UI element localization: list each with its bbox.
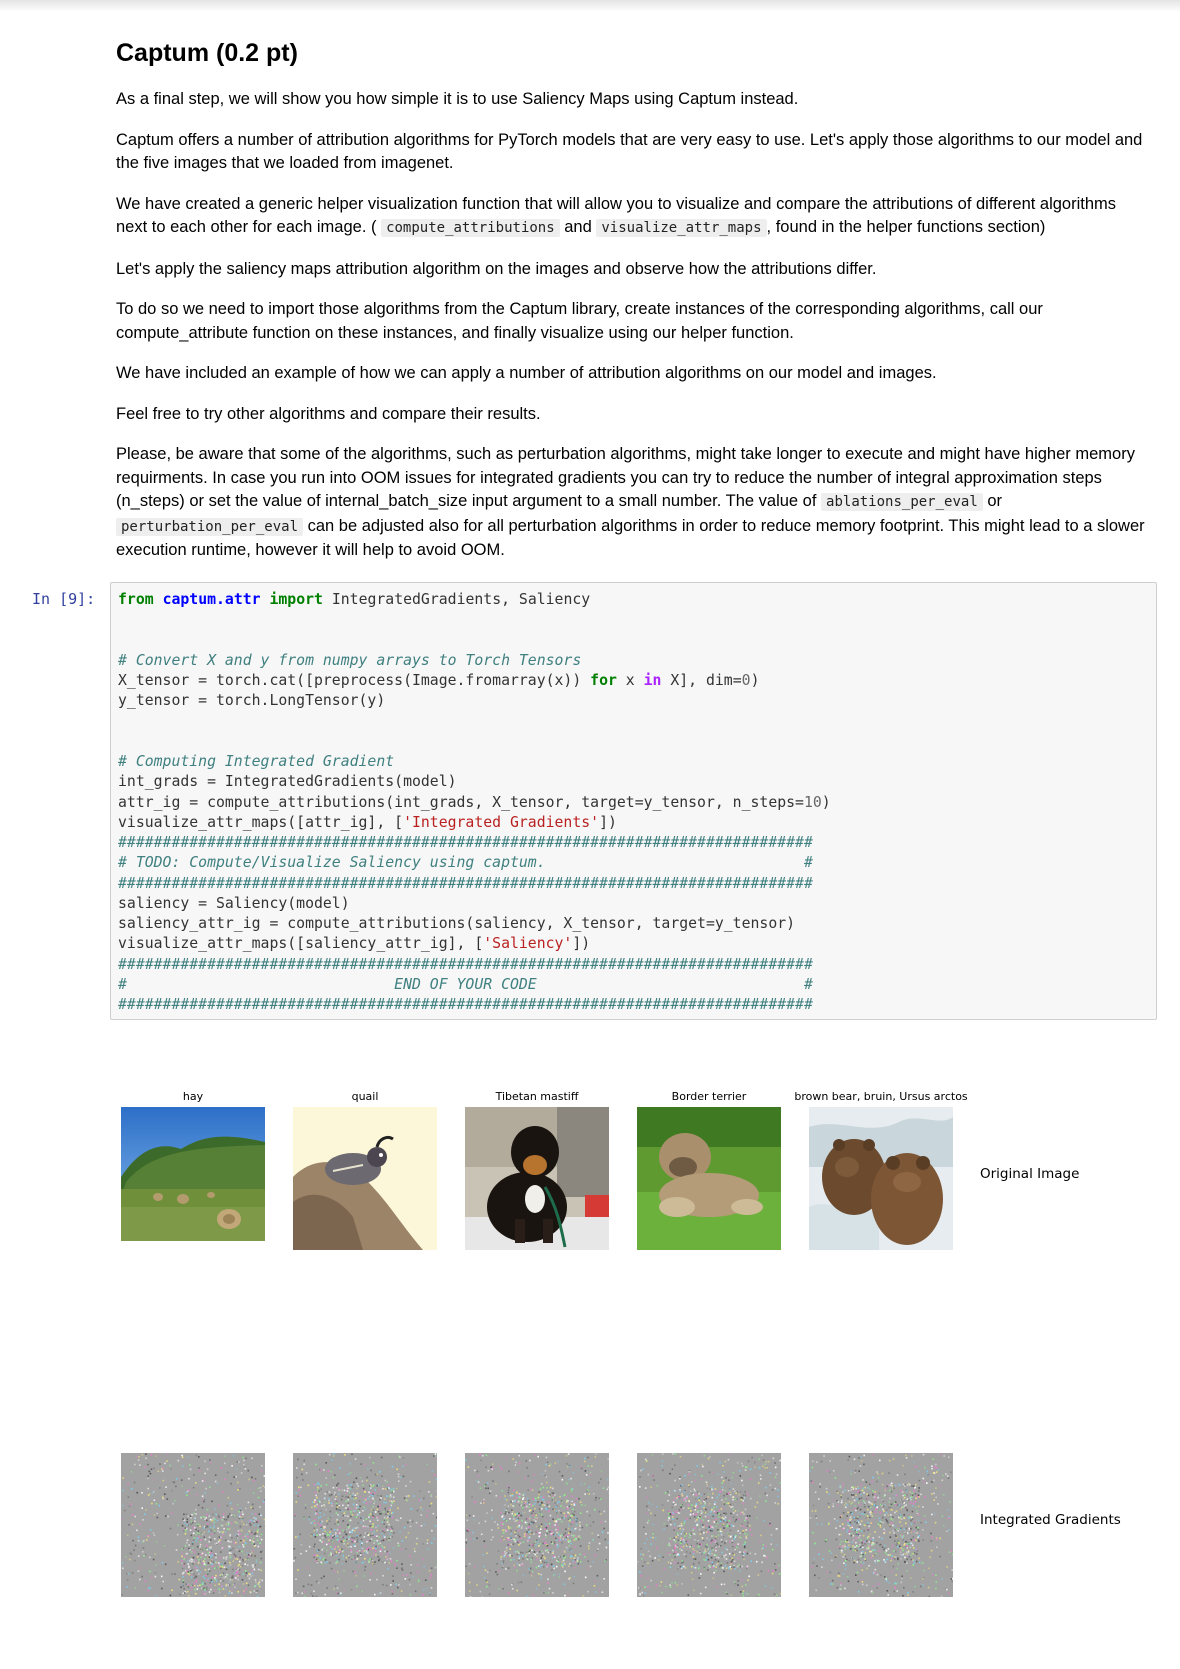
attribution-map-quail xyxy=(293,1453,437,1597)
code-line: # Convert X and y from numpy arrays to T… xyxy=(118,651,831,671)
code-token: ########################################… xyxy=(118,834,813,851)
markdown-cell: Captum (0.2 pt) As a final step, we will… xyxy=(116,36,1146,580)
attribution-map-hay xyxy=(121,1453,265,1597)
paragraph-memory-warning: Please, be aware that some of the algori… xyxy=(116,443,1146,563)
paragraph-apply: Let's apply the saliency maps attributio… xyxy=(116,259,877,278)
inline-code: ablations_per_eval xyxy=(821,493,983,511)
code-token: visualize_attr_maps([attr_ig], [ xyxy=(118,813,404,831)
row-label-original-image: Original Image xyxy=(980,1166,1080,1182)
text: Please, be aware that some of the algori… xyxy=(116,445,1135,510)
code-line: attr_ig = compute_attributions(int_grads… xyxy=(118,793,831,813)
code-line: from captum.attr import IntegratedGradie… xyxy=(118,590,831,610)
top-shadow xyxy=(0,0,1180,12)
code-line: visualize_attr_maps([saliency_attr_ig], … xyxy=(118,934,831,954)
code-token: attr_ig = compute_attributions(int_grads… xyxy=(118,793,804,811)
code-editor[interactable]: from captum.attr import IntegratedGradie… xyxy=(118,590,831,1015)
code-token: # TODO: Compute/Visualize Saliency using… xyxy=(118,854,813,872)
attribution-map-tibetan-mastiff xyxy=(465,1453,609,1597)
code-token: in xyxy=(643,672,662,689)
code-token: # END OF YOUR CODE # xyxy=(118,975,813,993)
code-token: # Computing Integrated Gradient xyxy=(118,753,395,770)
paragraph-to-do-so: To do so we need to import those algorit… xyxy=(116,300,1043,342)
code-token: ) xyxy=(821,793,831,811)
code-line: # TODO: Compute/Visualize Saliency using… xyxy=(118,853,831,873)
attribution-map-brown-bear xyxy=(809,1453,953,1597)
code-token: 0 xyxy=(741,672,751,689)
paragraph-intro: As a final step, we will show you how si… xyxy=(116,90,799,108)
attribution-map-border-terrier xyxy=(637,1453,781,1597)
image-title-quail: quail xyxy=(351,1090,379,1103)
code-token: ) xyxy=(750,672,760,689)
text: and xyxy=(564,218,592,236)
section-heading: Captum (0.2 pt) xyxy=(116,39,298,67)
image-tibetan-mastiff xyxy=(465,1107,609,1250)
code-token: from xyxy=(118,591,154,608)
cell-prompt: In [9]: xyxy=(32,590,96,608)
image-hay xyxy=(121,1107,265,1241)
code-token: saliency_attr_ig = compute_attributions(… xyxy=(118,915,796,932)
code-line: saliency = Saliency(model) xyxy=(118,894,831,914)
image-title-brown-bear: brown bear, bruin, Ursus arctos xyxy=(794,1090,968,1103)
code-line: saliency_attr_ig = compute_attributions(… xyxy=(118,914,831,934)
paragraph-feel-free: Feel free to try other algorithms and co… xyxy=(116,404,541,423)
code-token: X_tensor = torch.cat([preprocess(Image.f… xyxy=(118,672,591,689)
inline-code: perturbation_per_eval xyxy=(116,517,304,536)
code-token: X], dim= xyxy=(661,672,742,689)
image-title-border-terrier: Border terrier xyxy=(671,1090,747,1103)
paragraph-example: We have included an example of how we ca… xyxy=(116,364,937,382)
code-line: int_grads = IntegratedGradients(model) xyxy=(118,772,831,792)
code-token: saliency = Saliency(model) xyxy=(118,894,350,912)
paragraph-helper-functions: We have created a generic helper visuali… xyxy=(116,193,1146,241)
code-token: 'Integrated Gradients' xyxy=(403,813,600,831)
code-line: X_tensor = torch.cat([preprocess(Image.f… xyxy=(118,671,831,691)
code-line: # END OF YOUR CODE # xyxy=(118,975,831,995)
code-token: IntegratedGradients, Saliency xyxy=(322,591,591,608)
code-token: ########################################… xyxy=(118,955,813,973)
code-token: ]) xyxy=(599,813,617,831)
code-token: y_tensor = torch.LongTensor(y) xyxy=(118,692,386,710)
code-token: for xyxy=(590,672,617,689)
code-token: ]) xyxy=(572,935,591,953)
row-label-integrated-gradients: Integrated Gradients xyxy=(980,1512,1121,1528)
image-quail xyxy=(293,1107,437,1250)
code-token: 10 xyxy=(803,793,822,811)
code-token: ########################################… xyxy=(118,874,813,892)
code-line: # Computing Integrated Gradient xyxy=(118,752,831,772)
code-line: ########################################… xyxy=(118,995,831,1015)
image-title-tibetan-mastiff: Tibetan mastiff xyxy=(495,1090,579,1103)
code-line: ########################################… xyxy=(118,955,831,975)
image-brown-bear xyxy=(809,1107,953,1250)
inline-code: compute_attributions xyxy=(381,219,560,237)
code-line: y_tensor = torch.LongTensor(y) xyxy=(118,691,831,711)
code-line: ########################################… xyxy=(118,874,831,894)
code-token: x xyxy=(616,672,644,689)
code-token: 'Saliency' xyxy=(483,935,573,953)
code-token: int_grads = IntegratedGradients(model) xyxy=(118,773,457,791)
image-border-terrier xyxy=(637,1107,781,1250)
code-token: visualize_attr_maps([saliency_attr_ig], … xyxy=(118,935,484,953)
paragraph-captum-offers: Captum offers a number of attribution al… xyxy=(116,130,1143,173)
image-title-hay: hay xyxy=(182,1090,204,1103)
code-token: # Convert X and y from numpy arrays to T… xyxy=(118,651,582,669)
code-token: import xyxy=(269,591,323,608)
text: , found in the helper functions section) xyxy=(766,218,1046,236)
code-token: captum.attr xyxy=(162,591,261,608)
code-line: visualize_attr_maps([attr_ig], ['Integra… xyxy=(118,813,831,833)
inline-code: visualize_attr_maps xyxy=(596,219,767,237)
code-line: ########################################… xyxy=(118,833,831,853)
code-token: ########################################… xyxy=(118,996,813,1013)
text: or xyxy=(987,492,1003,510)
